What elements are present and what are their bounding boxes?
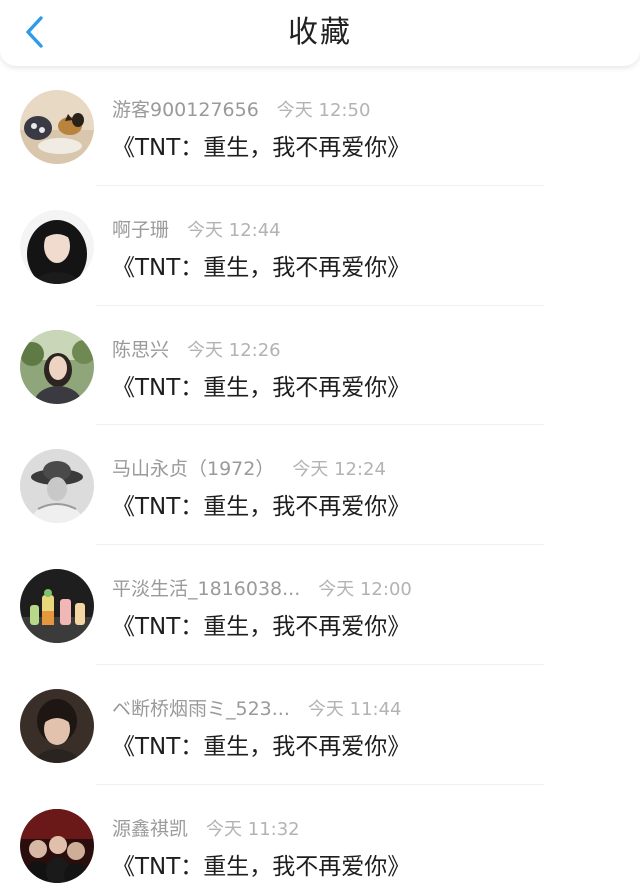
avatar-girl-image bbox=[20, 209, 94, 284]
item-meta: 马山永贞（1972） 今天 12:24 bbox=[112, 454, 386, 480]
avatar-drinks-image bbox=[20, 569, 94, 644]
username[interactable]: 陈思兴 bbox=[112, 335, 169, 362]
book-title[interactable]: 《TNT：重生，我不再爱你》 bbox=[112, 368, 410, 402]
timestamp: 今天 12:50 bbox=[276, 100, 371, 121]
timestamp: 今天 11:44 bbox=[307, 698, 402, 720]
avatar[interactable] bbox=[20, 329, 94, 404]
avatar-group-image bbox=[20, 808, 94, 883]
avatar-portrait-image bbox=[20, 688, 94, 763]
list-item[interactable]: 啊子珊 今天 12:44 《TNT：重生，我不再爱你》 bbox=[0, 186, 640, 306]
favorites-screen: 收藏 游客900127656 今天 12:50 《TNT：重生，我不再爱你》 啊… bbox=[0, 0, 640, 886]
item-meta: 平淡生活_1816038... 今天 12:00 bbox=[112, 574, 412, 600]
list-item[interactable]: 平淡生活_1816038... 今天 12:00 《TNT：重生，我不再爱你》 bbox=[0, 545, 640, 665]
avatar-hat-image bbox=[20, 449, 94, 524]
username[interactable]: 源鑫祺凯 bbox=[112, 814, 188, 841]
avatar[interactable] bbox=[20, 688, 94, 763]
item-meta: 源鑫祺凯 今天 11:32 bbox=[112, 814, 300, 840]
book-title[interactable]: 《TNT：重生，我不再爱你》 bbox=[112, 128, 410, 162]
list-item[interactable]: ベ断桥烟雨ミ_523... 今天 11:44 《TNT：重生，我不再爱你》 bbox=[0, 665, 640, 785]
avatar[interactable] bbox=[20, 209, 94, 284]
list-item[interactable]: 源鑫祺凯 今天 11:32 《TNT：重生，我不再爱你》 bbox=[0, 785, 640, 886]
favorites-list: 游客900127656 今天 12:50 《TNT：重生，我不再爱你》 啊子珊 … bbox=[0, 66, 640, 886]
book-title[interactable]: 《TNT：重生，我不再爱你》 bbox=[112, 727, 410, 761]
avatar-dog-image bbox=[20, 90, 94, 164]
header-bar: 收藏 bbox=[0, 0, 640, 66]
username[interactable]: 平淡生活_1816038... bbox=[112, 574, 300, 601]
timestamp: 今天 12:24 bbox=[292, 459, 386, 481]
page-title: 收藏 bbox=[288, 15, 352, 50]
username[interactable]: 马山永贞（1972） bbox=[112, 454, 274, 481]
book-title[interactable]: 《TNT：重生，我不再爱你》 bbox=[112, 607, 410, 641]
avatar[interactable] bbox=[20, 449, 94, 524]
avatar[interactable] bbox=[20, 90, 94, 164]
username[interactable]: 游客900127656 bbox=[112, 95, 259, 122]
list-item[interactable]: 陈思兴 今天 12:26 《TNT：重生，我不再爱你》 bbox=[0, 306, 640, 426]
item-meta: 啊子珊 今天 12:44 bbox=[112, 215, 281, 241]
username[interactable]: 啊子珊 bbox=[112, 215, 169, 242]
item-meta: 游客900127656 今天 12:50 bbox=[112, 95, 370, 121]
book-title[interactable]: 《TNT：重生，我不再爱你》 bbox=[112, 248, 410, 282]
avatar[interactable] bbox=[20, 569, 94, 644]
book-title[interactable]: 《TNT：重生，我不再爱你》 bbox=[112, 847, 410, 881]
item-meta: 陈思兴 今天 12:26 bbox=[112, 335, 281, 361]
avatar[interactable] bbox=[20, 808, 94, 883]
item-meta: ベ断桥烟雨ミ_523... 今天 11:44 bbox=[112, 694, 402, 720]
timestamp: 今天 12:44 bbox=[187, 219, 281, 241]
list-item[interactable]: 游客900127656 今天 12:50 《TNT：重生，我不再爱你》 bbox=[0, 66, 640, 186]
timestamp: 今天 12:00 bbox=[318, 579, 412, 601]
timestamp: 今天 11:32 bbox=[206, 818, 300, 840]
book-title[interactable]: 《TNT：重生，我不再爱你》 bbox=[112, 487, 410, 521]
timestamp: 今天 12:26 bbox=[187, 339, 281, 361]
avatar-outdoor-image bbox=[20, 329, 94, 404]
list-item[interactable]: 马山永贞（1972） 今天 12:24 《TNT：重生，我不再爱你》 bbox=[0, 425, 640, 546]
username[interactable]: ベ断桥烟雨ミ_523... bbox=[112, 694, 290, 721]
